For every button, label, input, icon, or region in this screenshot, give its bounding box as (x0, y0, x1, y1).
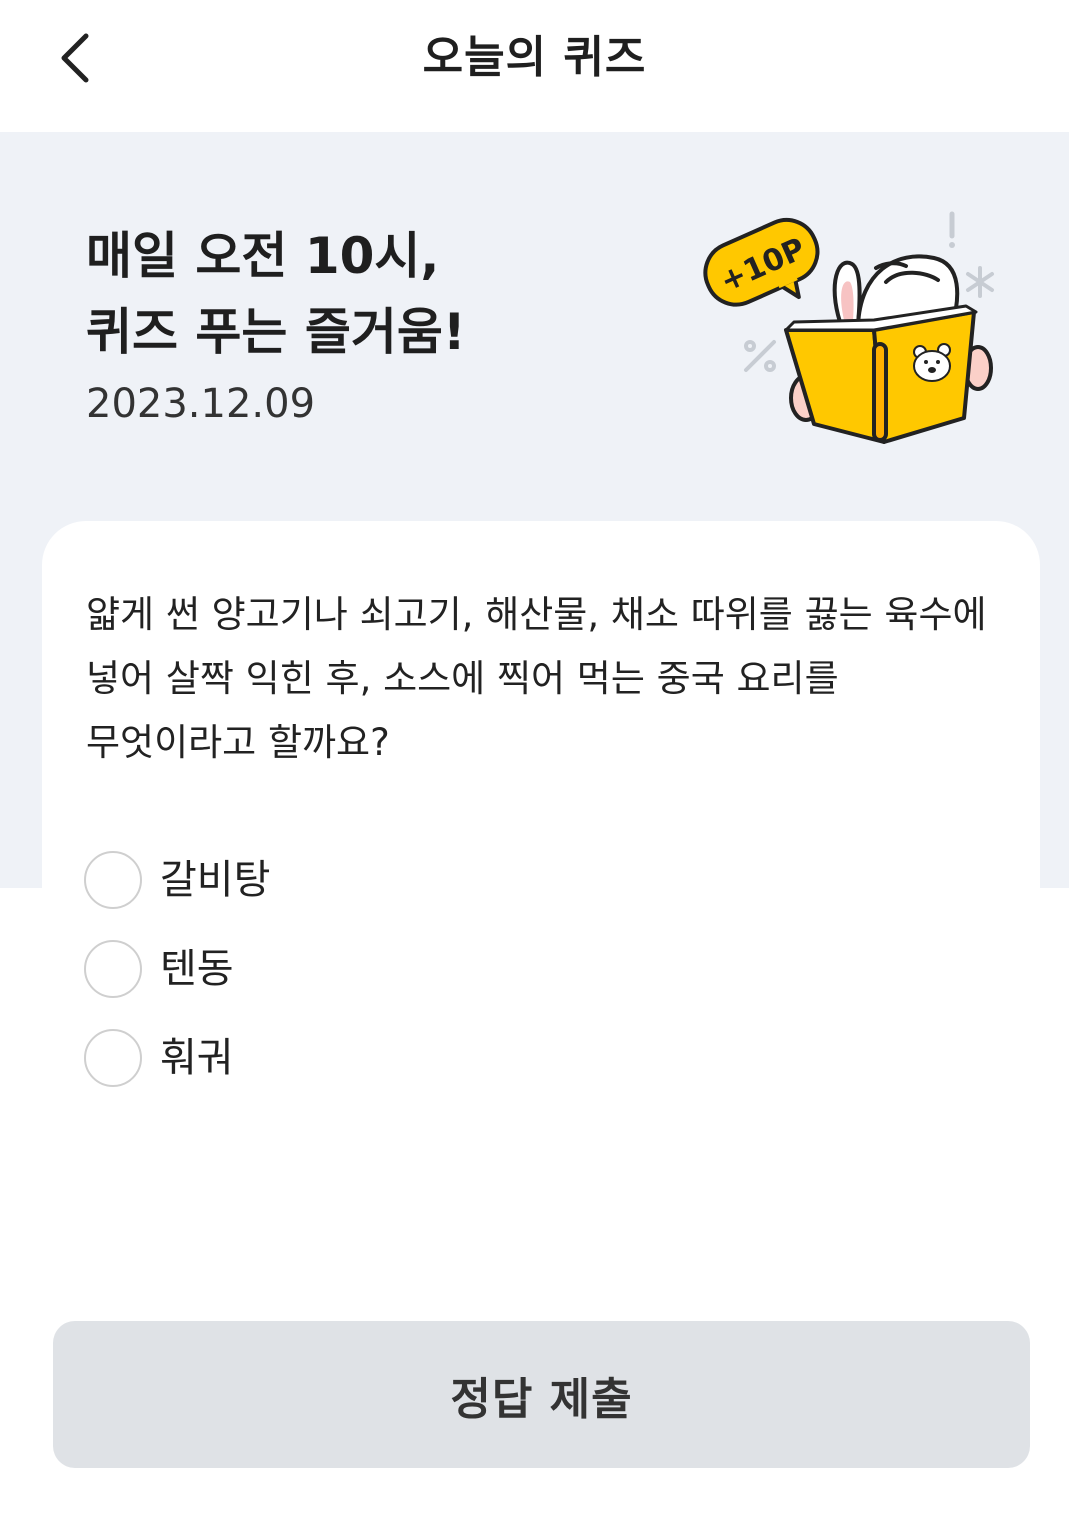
yellow-book (784, 304, 978, 444)
hero-title-line2: 퀴즈 푸는 즐거움! (86, 303, 466, 361)
asterisk-decoration (966, 266, 994, 298)
page-title: 오늘의 퀴즈 (422, 32, 647, 83)
submit-answer-button[interactable]: 정답 제출 (53, 1321, 1030, 1468)
answer-option-label: 갈비탕 (160, 857, 271, 903)
answer-option-label: 텐동 (160, 946, 234, 992)
exclamation-mark-decoration (949, 211, 955, 248)
answer-option-3[interactable]: 훠궈 (84, 1027, 270, 1089)
quiz-card: 얇게 썬 양고기나 쇠고기, 해산물, 채소 따위를 끓는 육수에 넣어 살짝 … (42, 521, 1040, 1221)
answer-option-1[interactable]: 갈비탕 (84, 849, 270, 911)
points-badge: +10P (703, 217, 820, 307)
hero-title-line1: 매일 오전 10시, (86, 227, 440, 285)
rabbit-reading-book-illustration: +10P (703, 211, 994, 444)
radio-button[interactable] (84, 1029, 142, 1087)
percent-decoration (744, 340, 776, 372)
hero-title: 매일 오전 10시, 퀴즈 푸는 즐거움! (86, 218, 466, 370)
top-app-bar: 오늘의 퀴즈 (0, 0, 1069, 132)
quiz-question: 얇게 썬 양고기나 쇠고기, 해산물, 채소 따위를 끓는 육수에 넣어 살짝 … (86, 593, 987, 764)
answer-options: 갈비탕 텐동 훠궈 (84, 849, 270, 1116)
answer-option-label: 훠궈 (160, 1035, 234, 1081)
radio-button[interactable] (84, 851, 142, 909)
quiz-date: 2023.12.09 (86, 381, 316, 427)
answer-option-2[interactable]: 텐동 (84, 938, 270, 1000)
radio-button[interactable] (84, 940, 142, 998)
